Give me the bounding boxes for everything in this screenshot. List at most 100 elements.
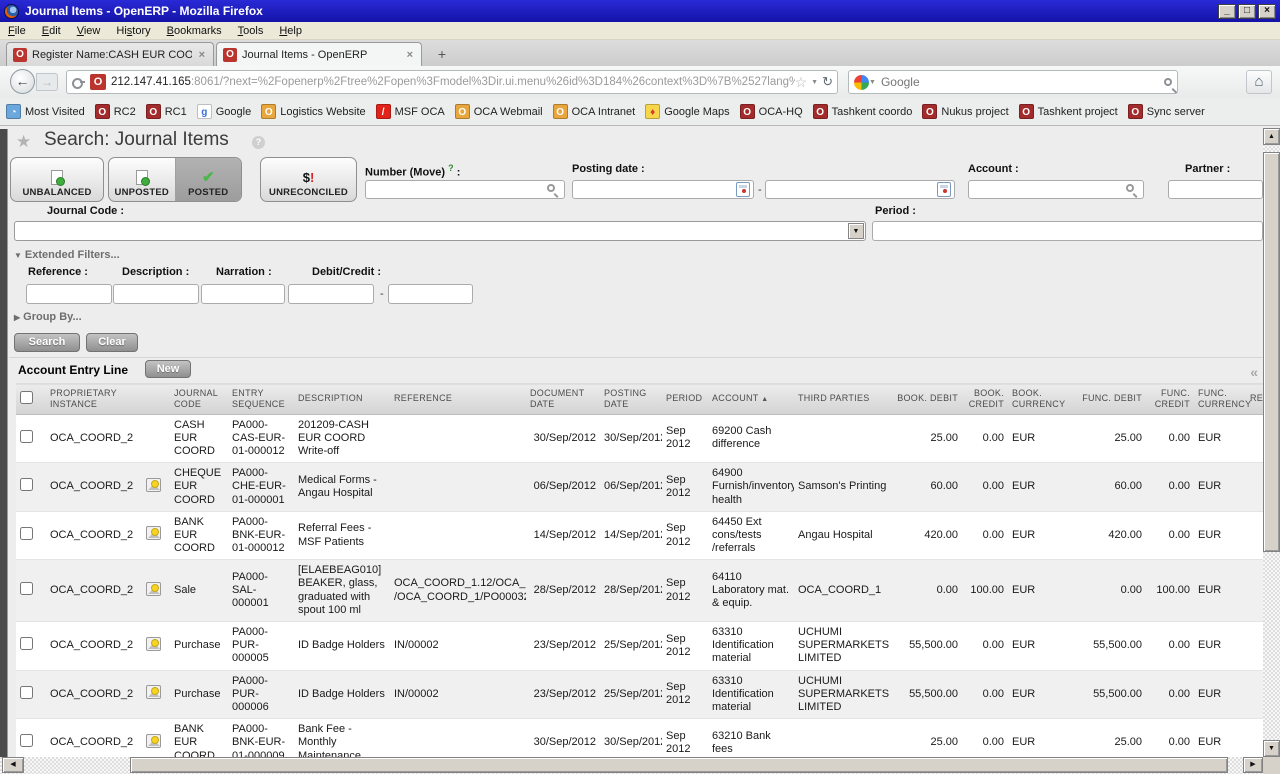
table-row[interactable]: OCA_COORD_2 Sale PA000-SAL-000001 [ELAEB… [16, 560, 1263, 622]
description-input[interactable] [113, 284, 199, 304]
header-book-credit[interactable]: BOOK. CREDIT [962, 384, 1008, 415]
menu-edit[interactable]: Edit [34, 25, 69, 37]
header-posting-date[interactable]: POSTING DATE [600, 384, 662, 415]
period-input[interactable] [872, 221, 1263, 241]
menu-bookmarks[interactable]: Bookmarks [159, 25, 230, 37]
scroll-up-icon[interactable]: ▲ [1263, 128, 1280, 145]
header-proprietary-instance[interactable]: PROPRIETARY INSTANCE [46, 384, 142, 415]
row-checkbox[interactable] [20, 686, 33, 699]
header-func-credit[interactable]: FUNC. CREDIT [1146, 384, 1194, 415]
table-row[interactable]: OCA_COORD_2 CHEQUE EUR COORD PA000-CHE-E… [16, 463, 1263, 512]
search-icon[interactable] [1164, 78, 1172, 86]
url-text[interactable]: 212.147.41.165:8061/?next=%2Fopenerp%2Ft… [111, 76, 795, 88]
header-journal-code[interactable]: JOURNAL CODE [170, 384, 228, 415]
narration-input[interactable] [201, 284, 285, 304]
url-bar[interactable]: O 212.147.41.165:8061/?next=%2Fopenerp%2… [66, 70, 838, 94]
filter-unbalanced-button[interactable]: UNBALANCED [10, 157, 104, 202]
search-bar[interactable]: ▼ [848, 70, 1178, 94]
bookmark-item[interactable]: O Logistics Website [261, 104, 365, 119]
account-input[interactable] [968, 180, 1144, 199]
header-select-all[interactable] [16, 384, 46, 415]
header-book-currency[interactable]: BOOK. CURRENCY [1008, 384, 1070, 415]
table-row[interactable]: OCA_COORD_2 Purchase PA000-PUR-000006 ID… [16, 670, 1263, 719]
web-search-input[interactable] [881, 75, 1164, 89]
site-identity-key-icon[interactable] [71, 75, 85, 89]
favorite-star-icon[interactable]: ★ [16, 132, 31, 152]
header-book-debit[interactable]: BOOK. DEBIT [892, 384, 962, 415]
attachment-icon[interactable] [146, 526, 161, 540]
partner-input[interactable] [1168, 180, 1263, 199]
engine-dropdown-icon[interactable]: ▼ [869, 79, 876, 86]
filter-unposted-button[interactable]: UNPOSTED [109, 158, 175, 201]
attachment-icon[interactable] [146, 734, 161, 748]
menu-view[interactable]: View [69, 25, 109, 37]
bookmark-item[interactable]: O Tashkent project [1019, 104, 1118, 119]
bookmark-item[interactable]: O OCA Webmail [455, 104, 543, 119]
field-help-icon[interactable]: ? [448, 163, 454, 173]
table-row[interactable]: OCA_COORD_2 CASH EUR COORD PA000-CAS-EUR… [16, 414, 1263, 463]
debit-credit-to-input[interactable] [388, 284, 473, 304]
header-func-debit[interactable]: FUNC. DEBIT [1070, 384, 1146, 415]
select-all-checkbox[interactable] [20, 391, 33, 404]
bookmark-item[interactable]: O RC1 [146, 104, 187, 119]
bookmark-item[interactable]: O OCA Intranet [553, 104, 636, 119]
menu-file[interactable]: File [0, 25, 34, 37]
tab-close-icon[interactable]: × [197, 49, 207, 61]
header-document-date[interactable]: DOCUMENT DATE [526, 384, 600, 415]
calendar-icon[interactable] [937, 182, 951, 197]
url-dropdown-icon[interactable]: ▼ [811, 79, 818, 86]
new-tab-button[interactable]: + [430, 44, 454, 64]
tab-close-icon[interactable]: × [405, 49, 415, 61]
filter-unreconciled-button[interactable]: $! UNRECONCILED [260, 157, 357, 202]
header-third-parties[interactable]: THIRD PARTIES [794, 384, 892, 415]
collapse-panel-icon[interactable]: « [1250, 364, 1258, 380]
restore-button[interactable]: □ [1238, 4, 1256, 19]
group-by-toggle[interactable]: ▶Group By... [14, 311, 82, 323]
reload-icon[interactable]: ↻ [822, 74, 833, 90]
bookmark-star-icon[interactable]: ☆ [795, 74, 808, 91]
search-button[interactable]: Search [14, 333, 80, 352]
row-checkbox[interactable] [20, 430, 33, 443]
new-button[interactable]: New [145, 360, 191, 378]
scroll-down-icon[interactable]: ▼ [1263, 740, 1280, 757]
google-engine-icon[interactable] [854, 75, 869, 90]
reference-input[interactable] [26, 284, 112, 304]
vertical-scrollbar[interactable]: ▲ ▼ [1263, 128, 1280, 757]
clear-button[interactable]: Clear [86, 333, 138, 352]
table-row[interactable]: OCA_COORD_2 BANK EUR COORD PA000-BNK-EUR… [16, 511, 1263, 560]
horizontal-scrollbar[interactable]: ◀ ▶ [0, 757, 1263, 774]
scroll-right-icon[interactable]: ▶ [1243, 757, 1263, 773]
row-checkbox[interactable] [20, 734, 33, 747]
row-checkbox[interactable] [20, 637, 33, 650]
bookmark-item[interactable]: g Google [197, 104, 251, 119]
row-checkbox[interactable] [20, 582, 33, 595]
extended-filters-toggle[interactable]: ▼Extended Filters... [14, 249, 120, 261]
posting-date-to-input[interactable] [765, 180, 955, 199]
chevron-down-icon[interactable]: ▼ [848, 223, 864, 239]
bookmark-item[interactable]: O Sync server [1128, 104, 1205, 119]
tab-journal-items[interactable]: O Journal Items - OpenERP × [216, 42, 422, 66]
back-button[interactable]: ← [10, 69, 35, 94]
attachment-icon[interactable] [146, 582, 161, 596]
header-period[interactable]: PERIOD [662, 384, 708, 415]
header-description[interactable]: DESCRIPTION [294, 384, 390, 415]
header-func-currency[interactable]: FUNC. CURRENCY [1194, 384, 1246, 415]
scroll-left-icon[interactable]: ◀ [2, 757, 24, 773]
menu-tools[interactable]: Tools [230, 25, 272, 37]
menu-history[interactable]: History [108, 25, 158, 37]
journal-code-select[interactable]: ▼ [14, 221, 866, 241]
tab-register-name[interactable]: O Register Name:CASH EUR COORD - Ope... … [6, 42, 214, 66]
attachment-icon[interactable] [146, 685, 161, 699]
menu-help[interactable]: Help [271, 25, 310, 37]
bookmark-item[interactable]: O RC2 [95, 104, 136, 119]
calendar-icon[interactable] [736, 182, 750, 197]
attachment-icon[interactable] [146, 637, 161, 651]
header-entry-sequence[interactable]: ENTRY SEQUENCE [228, 384, 294, 415]
bookmark-item[interactable]: O OCA-HQ [740, 104, 803, 119]
debit-credit-from-input[interactable] [288, 284, 374, 304]
attachment-icon[interactable] [146, 478, 161, 492]
minimize-button[interactable]: _ [1218, 4, 1236, 19]
close-button[interactable]: × [1258, 4, 1276, 19]
forward-button[interactable]: → [36, 73, 58, 91]
row-checkbox[interactable] [20, 478, 33, 491]
